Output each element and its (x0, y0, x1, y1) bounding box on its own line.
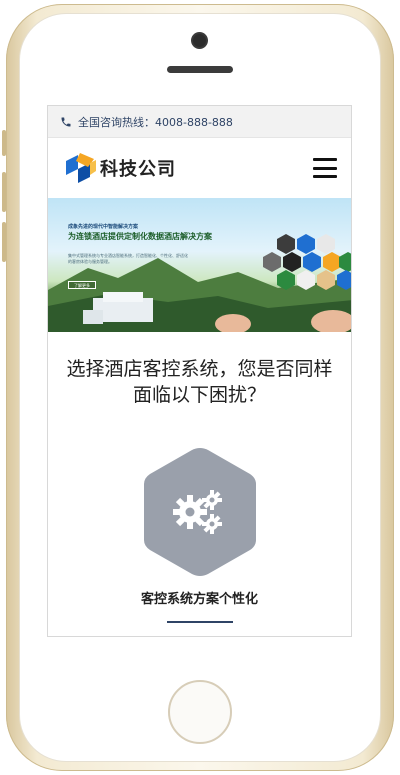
earpiece-speaker (167, 66, 233, 73)
cut-off-text (48, 631, 351, 636)
front-camera (193, 34, 206, 47)
feature-hexagon (143, 448, 256, 576)
section-title: 选择酒店客控系统，您是否同样面临以下困扰？ (66, 358, 333, 406)
banner-description: 集中式管理系统与专业酒店智能系统，打造智能化、个性化、舒适化的客房体验与服务管理… (68, 253, 188, 264)
volume-up-button (2, 172, 6, 212)
hotline-bar: 全国咨询热线：4008-888-888 (48, 106, 351, 138)
banner-headline: 为连锁酒店提供定制化数据酒店解决方案 (68, 232, 212, 241)
volume-down-button (2, 222, 6, 262)
phone-icon (61, 117, 71, 126)
mute-switch (2, 130, 6, 156)
feature-label: 客控系统方案个性化 (140, 592, 258, 607)
logo[interactable]: 科技公司 (62, 151, 176, 185)
banner-more-button[interactable]: 了解更多 (68, 281, 96, 289)
feature-card[interactable] (48, 444, 351, 580)
site-header: 科技公司 (48, 138, 351, 198)
banner-illustration (48, 234, 351, 332)
phone-screen: 全国咨询热线：4008-888-888 科技公司 成象先进的现代中智能解决方案 … (47, 105, 352, 637)
logo-text: 科技公司 (100, 159, 176, 180)
banner-subtitle: 成象先进的现代中智能解决方案 (68, 224, 139, 230)
hero-banner[interactable]: 成象先进的现代中智能解决方案 为连锁酒店提供定制化数据酒店解决方案 集中式管理系… (48, 198, 351, 332)
home-button[interactable] (168, 680, 232, 744)
logo-cube-icon (66, 153, 96, 183)
hamburger-menu-icon[interactable] (313, 158, 337, 178)
banner-hex-cluster (263, 234, 351, 290)
feature-divider (166, 621, 233, 623)
hotline-text: 全国咨询热线：4008-888-888 (78, 115, 233, 129)
